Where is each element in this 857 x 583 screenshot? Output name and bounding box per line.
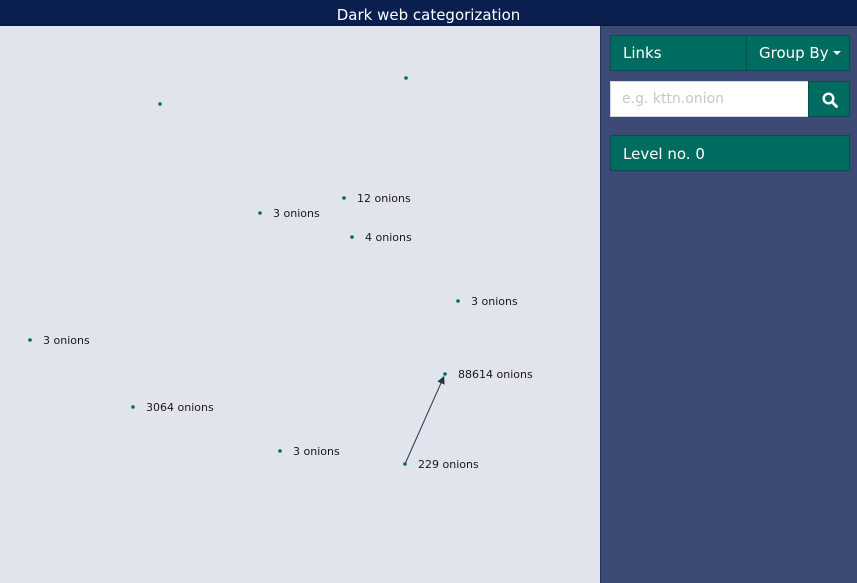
graph-node[interactable]: 229 onions (403, 458, 479, 471)
nodes-layer: 12 onions 3 onions 4 onions 3 onions 3 onion… (28, 76, 533, 471)
graph-node-dot[interactable] (342, 196, 346, 200)
graph-node-dot[interactable] (404, 76, 408, 80)
links-button[interactable]: Links (610, 35, 747, 71)
graph-svg[interactable]: 12 onions 3 onions 4 onions 3 onions 3 onion… (0, 26, 600, 583)
graph-canvas[interactable]: 12 onions 3 onions 4 onions 3 onions 3 onion… (0, 26, 600, 583)
graph-node-dot[interactable] (258, 211, 262, 215)
graph-node-dot[interactable] (443, 372, 447, 376)
sidebar-panel: Links Group By Level no. 0 (600, 26, 857, 583)
graph-node[interactable] (404, 76, 408, 80)
graph-node-dot[interactable] (131, 405, 135, 409)
graph-node[interactable]: 3 onions (28, 334, 90, 347)
graph-node-label: 3 onions (43, 334, 90, 347)
graph-node-label: 12 onions (357, 192, 411, 205)
graph-node-label: 4 onions (365, 231, 412, 244)
edges-layer (404, 375, 445, 465)
graph-node[interactable]: 88614 onions (443, 368, 533, 381)
graph-node[interactable]: 3064 onions (131, 401, 214, 414)
caret-down-icon (832, 51, 841, 55)
graph-node-dot[interactable] (28, 338, 32, 342)
search-input[interactable] (610, 81, 809, 117)
level-indicator: Level no. 0 (610, 135, 850, 171)
graph-node-label: 229 onions (418, 458, 479, 471)
graph-node-dot[interactable] (278, 449, 282, 453)
magnifier-icon (822, 92, 838, 108)
graph-node-label: 3 onions (471, 295, 518, 308)
graph-node[interactable] (158, 102, 162, 106)
graph-node[interactable]: 3 onions (456, 295, 518, 308)
graph-edge (404, 375, 445, 465)
graph-node-label: 3 onions (273, 207, 320, 220)
graph-node[interactable]: 3 onions (278, 445, 340, 458)
graph-node-label: 88614 onions (458, 368, 533, 381)
window-title: Dark web categorization (0, 0, 857, 26)
graph-node-dot[interactable] (158, 102, 162, 106)
search-button[interactable] (808, 81, 850, 117)
graph-node-dot[interactable] (456, 299, 460, 303)
graph-node-dot[interactable] (403, 462, 407, 466)
graph-node-label: 3 onions (293, 445, 340, 458)
graph-node[interactable]: 4 onions (350, 231, 412, 244)
graph-node[interactable]: 3 onions (258, 207, 320, 220)
graph-node[interactable]: 12 onions (342, 192, 411, 205)
graph-node-dot[interactable] (350, 235, 354, 239)
group-by-label: Group By (759, 44, 829, 62)
graph-node-label: 3064 onions (146, 401, 214, 414)
group-by-dropdown[interactable]: Group By (746, 35, 850, 71)
